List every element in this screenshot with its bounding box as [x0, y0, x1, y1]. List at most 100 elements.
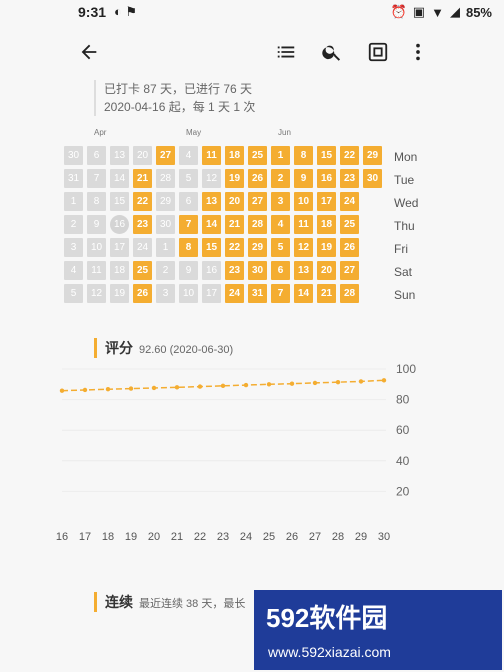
search-button[interactable] — [316, 36, 348, 68]
heatmap-day[interactable]: 20 — [133, 146, 152, 165]
heatmap-day[interactable]: 18 — [225, 146, 244, 165]
heatmap-day[interactable]: 29 — [156, 192, 175, 211]
heatmap-day[interactable]: 8 — [87, 192, 106, 211]
heatmap-day[interactable]: 11 — [294, 215, 313, 234]
heatmap-day[interactable]: 17 — [317, 192, 336, 211]
heatmap-day[interactable]: 12 — [87, 284, 106, 303]
heatmap-day[interactable]: 18 — [110, 261, 129, 280]
heatmap-day[interactable]: 25 — [248, 146, 267, 165]
heatmap-day[interactable]: 21 — [317, 284, 336, 303]
heatmap-day[interactable]: 9 — [179, 261, 198, 280]
heatmap-day[interactable]: 31 — [248, 284, 267, 303]
heatmap-day[interactable]: 11 — [202, 146, 221, 165]
heatmap-day[interactable]: 4 — [271, 215, 290, 234]
heatmap-day[interactable]: 9 — [87, 215, 106, 234]
heatmap-day[interactable]: 4 — [64, 261, 83, 280]
heatmap-day[interactable]: 30 — [64, 146, 83, 165]
heatmap-day[interactable]: 31 — [64, 169, 83, 188]
heatmap-day[interactable]: 7 — [87, 169, 106, 188]
heatmap-day[interactable]: 13 — [202, 192, 221, 211]
heatmap-day[interactable]: 22 — [133, 192, 152, 211]
heatmap-day[interactable]: 14 — [294, 284, 313, 303]
heatmap-day[interactable]: 24 — [340, 192, 359, 211]
heatmap-day[interactable]: 20 — [225, 192, 244, 211]
wifi-icon: ▼ — [431, 4, 444, 20]
heatmap-day[interactable]: 5 — [271, 238, 290, 257]
heatmap-day[interactable]: 17 — [110, 238, 129, 257]
back-button[interactable] — [73, 36, 105, 68]
heatmap-day[interactable]: 23 — [133, 215, 152, 234]
heatmap-day[interactable]: 3 — [271, 192, 290, 211]
heatmap-day[interactable]: 7 — [271, 284, 290, 303]
heatmap-day[interactable]: 26 — [133, 284, 152, 303]
heatmap-day[interactable]: 25 — [133, 261, 152, 280]
heatmap-day[interactable]: 19 — [225, 169, 244, 188]
heatmap-day[interactable]: 15 — [110, 192, 129, 211]
heatmap-day[interactable]: 19 — [317, 238, 336, 257]
heatmap-day[interactable]: 3 — [156, 284, 175, 303]
summary-block: 已打卡 87 天，已进行 76 天 2020-04-16 起，每 1 天 1 次 — [94, 80, 255, 116]
heatmap-day[interactable]: 26 — [340, 238, 359, 257]
heatmap-day[interactable]: 21 — [133, 169, 152, 188]
heatmap-day[interactable]: 30 — [156, 215, 175, 234]
heatmap-day[interactable]: 3 — [64, 238, 83, 257]
heatmap-day[interactable]: 18 — [317, 215, 336, 234]
heatmap-day[interactable]: 15 — [317, 146, 336, 165]
heatmap-day[interactable]: 27 — [248, 192, 267, 211]
heatmap-day[interactable]: 11 — [87, 261, 106, 280]
heatmap-day[interactable]: 6 — [179, 192, 198, 211]
heatmap-day[interactable]: 8 — [179, 238, 198, 257]
heatmap-day[interactable]: 22 — [225, 238, 244, 257]
heatmap-day[interactable]: 27 — [340, 261, 359, 280]
heatmap-day[interactable]: 16 — [202, 261, 221, 280]
heatmap-day[interactable]: 24 — [225, 284, 244, 303]
heatmap-day[interactable]: 20 — [317, 261, 336, 280]
heatmap-day[interactable]: 15 — [202, 238, 221, 257]
heatmap-day[interactable]: 5 — [64, 284, 83, 303]
list-button[interactable] — [270, 36, 302, 68]
heatmap-day[interactable]: 12 — [294, 238, 313, 257]
heatmap-day[interactable]: 2 — [271, 169, 290, 188]
heatmap-day[interactable]: 30 — [248, 261, 267, 280]
heatmap-day[interactable]: 5 — [179, 169, 198, 188]
heatmap-day[interactable]: 17 — [202, 284, 221, 303]
heatmap-day[interactable]: 30 — [363, 169, 382, 188]
heatmap-day[interactable]: 8 — [294, 146, 313, 165]
heatmap-day[interactable]: 7 — [179, 215, 198, 234]
heatmap-day[interactable]: 28 — [156, 169, 175, 188]
heatmap-day[interactable]: 29 — [363, 146, 382, 165]
heatmap-day[interactable]: 1 — [156, 238, 175, 257]
heatmap-day[interactable]: 21 — [225, 215, 244, 234]
more-options-button[interactable] — [402, 36, 434, 68]
heatmap-day[interactable]: 25 — [340, 215, 359, 234]
heatmap-day[interactable]: 6 — [87, 146, 106, 165]
heatmap-day[interactable]: 19 — [110, 284, 129, 303]
heatmap-day[interactable]: 1 — [271, 146, 290, 165]
heatmap-day[interactable]: 1 — [64, 192, 83, 211]
heatmap-day[interactable]: 28 — [248, 215, 267, 234]
heatmap-day[interactable]: 14 — [110, 169, 129, 188]
heatmap-day[interactable]: 28 — [340, 284, 359, 303]
heatmap-day[interactable]: 6 — [271, 261, 290, 280]
heatmap-day[interactable]: 10 — [294, 192, 313, 211]
heatmap-day[interactable]: 22 — [340, 146, 359, 165]
heatmap-day[interactable]: 16 — [110, 215, 129, 234]
heatmap-day[interactable]: 13 — [294, 261, 313, 280]
heatmap-day[interactable]: 14 — [202, 215, 221, 234]
heatmap-day[interactable]: 10 — [179, 284, 198, 303]
heatmap-day[interactable]: 13 — [110, 146, 129, 165]
heatmap-day[interactable]: 2 — [64, 215, 83, 234]
heatmap-day[interactable]: 10 — [87, 238, 106, 257]
heatmap-day[interactable]: 23 — [225, 261, 244, 280]
heatmap-day[interactable]: 4 — [179, 146, 198, 165]
heatmap-day[interactable]: 9 — [294, 169, 313, 188]
heatmap-day[interactable]: 27 — [156, 146, 175, 165]
heatmap-day[interactable]: 16 — [317, 169, 336, 188]
heatmap-day[interactable]: 12 — [202, 169, 221, 188]
heatmap-day[interactable]: 26 — [248, 169, 267, 188]
heatmap-day[interactable]: 23 — [340, 169, 359, 188]
heatmap-day[interactable]: 2 — [156, 261, 175, 280]
fullscreen-button[interactable] — [362, 36, 394, 68]
heatmap-day[interactable]: 29 — [248, 238, 267, 257]
heatmap-day[interactable]: 24 — [133, 238, 152, 257]
